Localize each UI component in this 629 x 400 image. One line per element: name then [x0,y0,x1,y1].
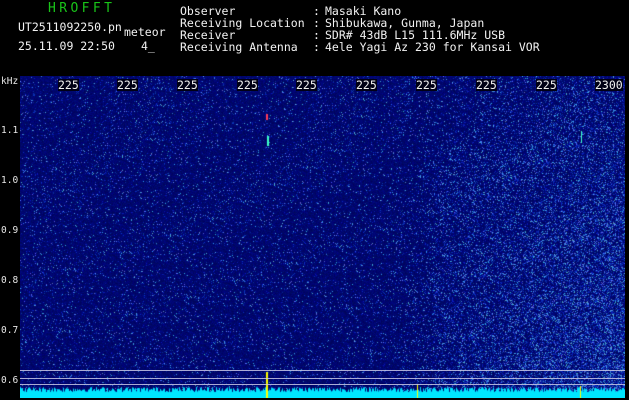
info-row-antenna: Receiving Antenna:4ele Yagi Az 230 for K… [180,40,540,54]
file-name: UT2511092250.pn [18,20,122,34]
tag-label: meteor [124,25,166,39]
app-title: HROFFT [48,1,116,16]
header: HROFFT UT2511092250.pn meteor 25.11.09 2… [0,0,629,76]
reference-line [20,378,625,379]
info-value: 4ele Yagi Az 230 for Kansai VOR [325,40,540,54]
y-tick-label: 0.9 [1,225,19,236]
y-tick-label: 0.6 [1,375,19,386]
reference-line [20,384,625,385]
x-tick-label: 225 [117,78,138,92]
x-tick-label: 225 [476,78,497,92]
reference-line [20,370,625,371]
date-time: 25.11.09 22:50 [18,39,115,53]
y-tick-label: 1.0 [1,175,19,186]
unit-label: kHz [1,76,19,87]
x-tick-label: 225 [237,78,258,92]
x-tick-label: 225 [356,78,377,92]
x-tick-label: 225 [536,78,557,92]
count: 4_ [141,39,155,53]
info-label: Receiving Antenna [180,40,298,54]
y-tick-label: 0.8 [1,275,19,286]
y-tick-label: 0.7 [1,325,19,336]
x-tick-label: 225 [177,78,198,92]
x-tick-label: 2300 [595,78,623,92]
y-tick-label: 1.1 [1,125,19,136]
x-tick-label: 225 [416,78,437,92]
x-tick-label: 225 [296,78,317,92]
spectrogram-canvas [20,76,625,398]
x-tick-label: 225 [58,78,79,92]
spectrogram-plot [20,76,625,398]
